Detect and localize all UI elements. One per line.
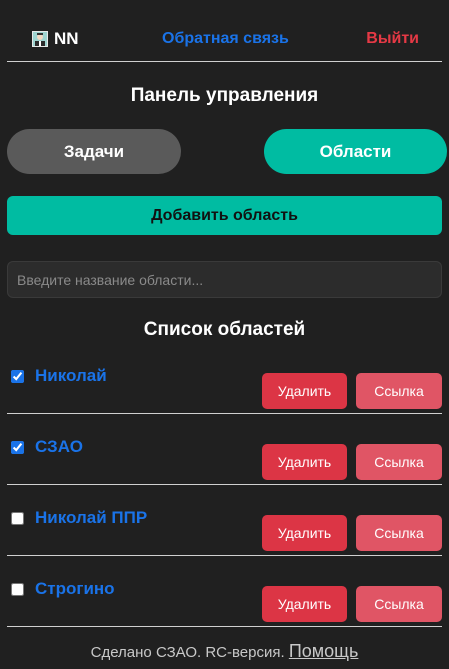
delete-button[interactable]: Удалить (262, 586, 347, 622)
area-row: Строгино Удалить Ссылка (7, 556, 442, 627)
area-checkbox[interactable] (11, 512, 24, 525)
page: NN Обратная связь Выйти Панель управлени… (0, 0, 449, 669)
area-name-link[interactable]: Строгино (35, 579, 115, 599)
link-button[interactable]: Ссылка (356, 373, 442, 409)
user-avatar-icon (32, 31, 48, 47)
help-link[interactable]: Помощь (289, 641, 359, 661)
area-row: Николай ППР Удалить Ссылка (7, 485, 442, 556)
area-checkbox[interactable] (11, 583, 24, 596)
area-name-link[interactable]: Николай (35, 366, 107, 386)
tab-areas[interactable]: Области (264, 129, 447, 174)
panel-title: Панель управления (130, 85, 319, 106)
link-button[interactable]: Ссылка (356, 515, 442, 551)
area-row: Николай Удалить Ссылка (7, 343, 442, 414)
add-area-button[interactable]: Добавить область (7, 196, 442, 235)
area-checkbox[interactable] (11, 370, 24, 383)
tab-tasks[interactable]: Задачи (7, 129, 181, 174)
header: NN Обратная связь Выйти (7, 0, 442, 62)
area-checkbox[interactable] (11, 441, 24, 454)
areas-list-title: Список областей (143, 319, 306, 340)
link-button[interactable]: Ссылка (356, 586, 442, 622)
user-info: NN (32, 29, 79, 49)
area-name-link[interactable]: Николай ППР (35, 508, 147, 528)
delete-button[interactable]: Удалить (262, 373, 347, 409)
user-name: NN (54, 29, 79, 48)
feedback-link[interactable]: Обратная связь (162, 30, 289, 48)
area-name-link[interactable]: СЗАО (35, 437, 83, 457)
delete-button[interactable]: Удалить (262, 444, 347, 480)
area-row: СЗАО Удалить Ссылка (7, 414, 442, 485)
logout-link[interactable]: Выйти (366, 30, 419, 48)
footer-text: Сделано СЗАО. RC-версия. (90, 644, 285, 661)
delete-button[interactable]: Удалить (262, 515, 347, 551)
footer: Сделано СЗАО. RC-версия. Помощь (0, 641, 449, 662)
link-button[interactable]: Ссылка (356, 444, 442, 480)
area-name-input[interactable] (7, 261, 442, 298)
